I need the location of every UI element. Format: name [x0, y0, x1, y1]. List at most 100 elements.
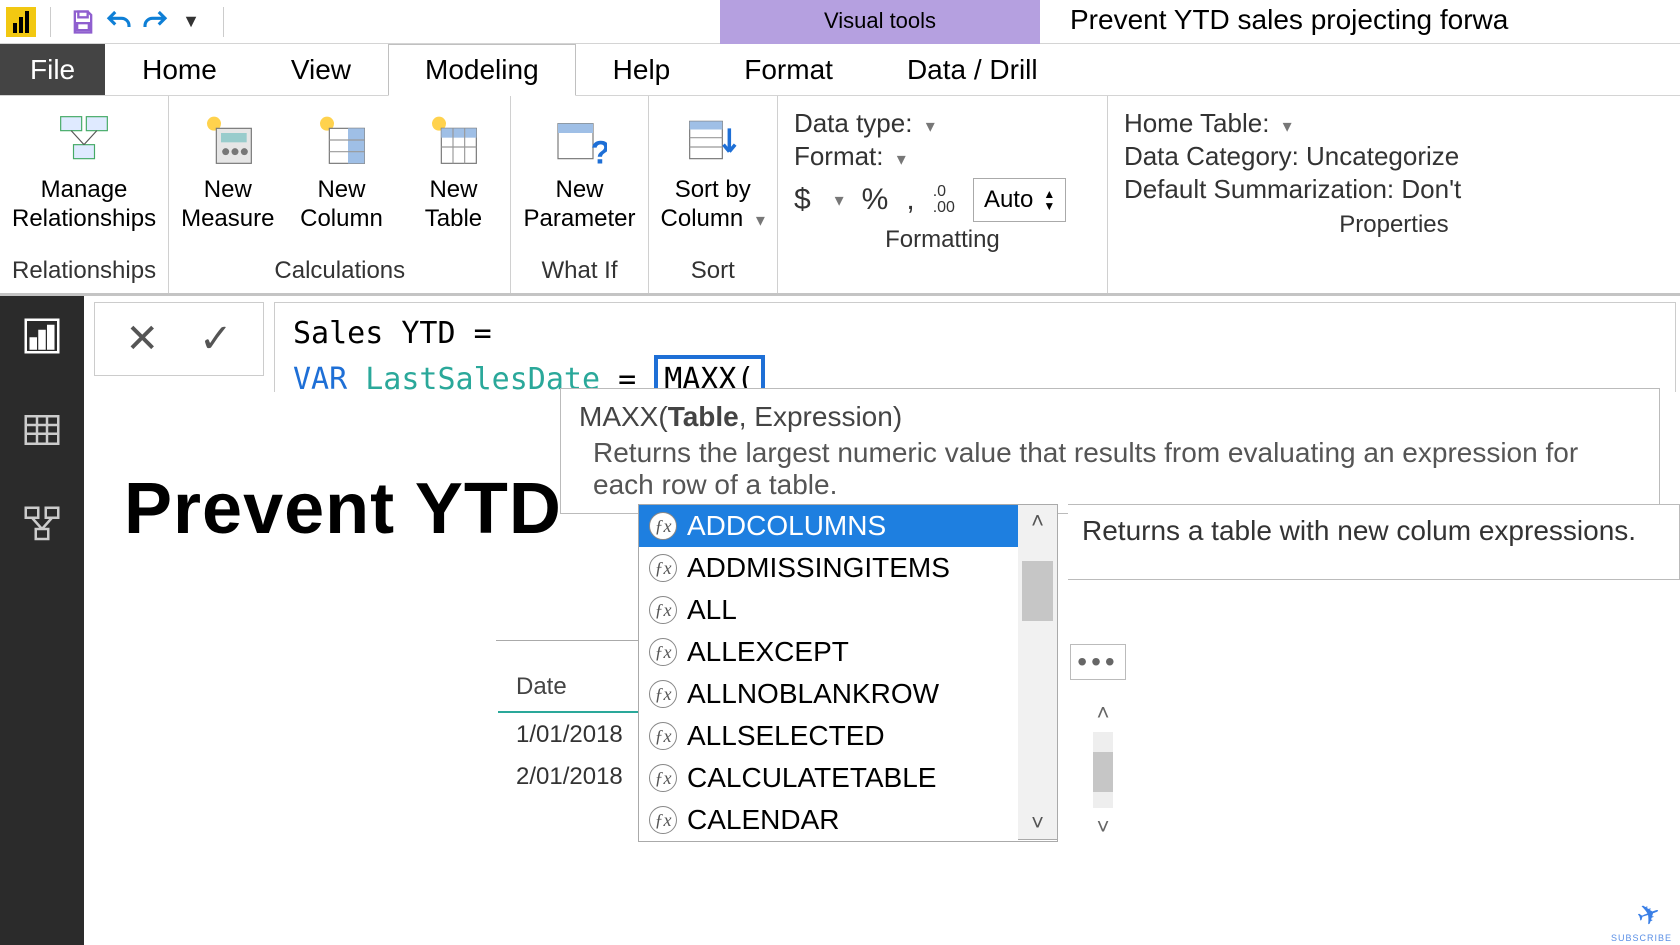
format-dropdown[interactable]: Format: ▾ — [794, 141, 1091, 172]
thousands-separator-button[interactable]: , — [906, 183, 914, 217]
file-tab[interactable]: File — [0, 44, 105, 95]
intellisense-item[interactable]: ƒxADDMISSINGITEMS — [639, 547, 1057, 589]
ribbon: ManageRelationships Relationships NewMea… — [0, 96, 1680, 296]
scroll-track[interactable] — [1093, 732, 1113, 808]
tab-format[interactable]: Format — [707, 44, 870, 95]
intellisense-item[interactable]: ƒxCALENDAR — [639, 799, 1057, 841]
button-label: Sort byColumn ▾ — [661, 176, 765, 234]
spinner-down-icon: ▼ — [1043, 200, 1055, 212]
view-rail — [0, 296, 84, 945]
decimal-places-input[interactable]: Auto ▲▼ — [973, 178, 1066, 222]
function-icon: ƒx — [649, 638, 677, 666]
percent-button[interactable]: % — [862, 183, 889, 217]
model-view-button[interactable] — [20, 502, 64, 546]
scroll-thumb[interactable] — [1093, 752, 1113, 792]
relationships-icon — [54, 110, 114, 170]
button-label: NewMeasure — [181, 176, 274, 234]
new-measure-button[interactable]: NewMeasure — [181, 104, 274, 234]
redo-button[interactable] — [137, 4, 173, 40]
report-view-button[interactable] — [20, 314, 64, 358]
intellisense-description: Returns a table with new colum expressio… — [1068, 504, 1680, 580]
intellisense-item[interactable]: ƒxCALCULATETABLE — [639, 757, 1057, 799]
new-parameter-icon: ? — [549, 110, 609, 170]
sort-by-column-button[interactable]: Sort byColumn ▾ — [661, 104, 765, 234]
button-label: ManageRelationships — [12, 176, 156, 234]
tab-view[interactable]: View — [254, 44, 388, 95]
function-icon: ƒx — [649, 596, 677, 624]
separator — [223, 7, 224, 37]
group-label: Calculations — [181, 253, 498, 291]
tab-modeling[interactable]: Modeling — [388, 44, 576, 96]
function-icon: ƒx — [649, 680, 677, 708]
qat-customize-dropdown[interactable]: ▼ — [173, 4, 209, 40]
group-label: Formatting — [794, 222, 1091, 260]
home-table-dropdown[interactable]: Home Table: ▾ — [1124, 108, 1664, 139]
group-whatif: ? NewParameter What If — [511, 96, 648, 293]
scroll-up-icon[interactable]: ˄ — [1097, 700, 1110, 726]
group-label: Properties — [1124, 207, 1664, 245]
group-formatting: Data type: ▾ Format: ▾ $ ▾ % , .0.00 Aut… — [778, 96, 1108, 293]
chevron-down-icon: ▾ — [1283, 116, 1292, 136]
scroll-down-icon[interactable]: ˅ — [1018, 807, 1057, 839]
chevron-down-icon[interactable]: ▾ — [835, 190, 844, 211]
column-header[interactable]: Date — [498, 643, 654, 713]
data-category-dropdown[interactable]: Data Category: Uncategorize — [1124, 141, 1664, 172]
sort-icon — [683, 110, 743, 170]
contextual-tab-visual-tools[interactable]: Visual tools — [720, 0, 1040, 44]
new-table-icon — [423, 110, 483, 170]
spinner[interactable]: ▲▼ — [1043, 188, 1055, 212]
tab-help[interactable]: Help — [576, 44, 708, 95]
commit-formula-button[interactable]: ✓ — [199, 316, 233, 362]
manage-relationships-button[interactable]: ManageRelationships — [12, 104, 156, 234]
group-label: Relationships — [12, 253, 156, 291]
undo-button[interactable] — [101, 4, 137, 40]
new-measure-icon — [198, 110, 258, 170]
intellisense-item[interactable]: ƒxALL — [639, 589, 1057, 631]
intellisense-scrollbar[interactable]: ˄ ˅ — [1018, 504, 1058, 840]
group-sort: Sort byColumn ▾ Sort — [649, 96, 778, 293]
function-icon: ƒx — [649, 764, 677, 792]
function-signature-tooltip: MAXX(Table, Expression) Returns the larg… — [560, 388, 1660, 514]
intellisense-item[interactable]: ƒxADDCOLUMNS — [639, 505, 1057, 547]
default-summarization-dropdown[interactable]: Default Summarization: Don't — [1124, 174, 1664, 205]
group-properties: Home Table: ▾ Data Category: Uncategoriz… — [1108, 96, 1680, 293]
cancel-formula-button[interactable]: ✕ — [125, 316, 159, 362]
button-label: NewParameter — [523, 176, 635, 234]
save-button[interactable] — [65, 4, 101, 40]
function-icon: ƒx — [649, 512, 677, 540]
intellisense-list[interactable]: ƒxADDCOLUMNS ƒxADDMISSINGITEMS ƒxALL ƒxA… — [638, 504, 1058, 842]
subscribe-label: SUBSCRIBE — [1611, 933, 1672, 943]
date-table-visual[interactable]: Date 1/01/2018 2/01/2018 — [496, 640, 656, 799]
visual-scrollbar[interactable]: ˄ ˅ — [1088, 700, 1118, 840]
new-column-button[interactable]: NewColumn — [296, 104, 386, 234]
new-table-button[interactable]: NewTable — [408, 104, 498, 234]
data-view-button[interactable] — [20, 408, 64, 452]
tab-home[interactable]: Home — [105, 44, 254, 95]
function-icon: ƒx — [649, 806, 677, 834]
data-type-dropdown[interactable]: Data type: ▾ — [794, 108, 1091, 139]
scroll-thumb[interactable] — [1022, 561, 1053, 621]
intellisense-item[interactable]: ƒxALLEXCEPT — [639, 631, 1057, 673]
tab-data-drill[interactable]: Data / Drill — [870, 44, 1075, 95]
app-icon — [6, 7, 36, 37]
svg-text:?: ? — [591, 133, 607, 168]
scroll-down-icon[interactable]: ˅ — [1097, 814, 1110, 840]
quick-access-toolbar: ▼ Visual tools Prevent YTD sales project… — [0, 0, 1680, 44]
chevron-down-icon: ▾ — [756, 210, 765, 230]
function-icon: ƒx — [649, 722, 677, 750]
group-calculations: NewMeasure NewColumn NewTable Calculatio… — [169, 96, 511, 293]
currency-button[interactable]: $ — [794, 183, 811, 217]
formula-commit-cancel: ✕ ✓ — [94, 302, 264, 376]
new-parameter-button[interactable]: ? NewParameter — [523, 104, 635, 234]
intellisense-item[interactable]: ƒxALLNOBLANKROW — [639, 673, 1057, 715]
group-label: Sort — [661, 253, 765, 291]
scroll-up-icon[interactable]: ˄ — [1018, 505, 1057, 537]
button-label: NewColumn — [300, 176, 383, 234]
visual-more-options-button[interactable]: ••• — [1070, 644, 1126, 680]
table-cell: 2/01/2018 — [498, 757, 654, 797]
group-label: What If — [523, 253, 635, 291]
group-relationships: ManageRelationships Relationships — [0, 96, 169, 293]
scroll-track[interactable] — [1018, 537, 1057, 807]
chevron-down-icon: ▾ — [926, 116, 935, 136]
intellisense-item[interactable]: ƒxALLSELECTED — [639, 715, 1057, 757]
